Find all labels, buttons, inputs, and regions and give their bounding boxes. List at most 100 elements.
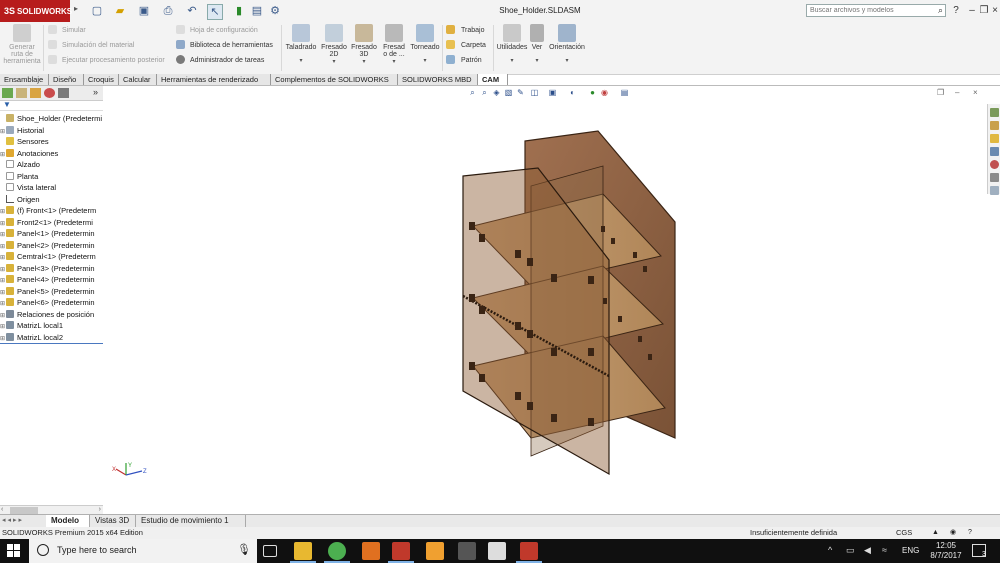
photos-taskbar-icon[interactable] bbox=[488, 542, 506, 560]
wifi-icon[interactable]: ≈ bbox=[882, 545, 887, 555]
microphone-icon[interactable]: 🎙 bbox=[237, 543, 251, 556]
tree-item-component[interactable]: ⊞ Panel<2> (Predetermin bbox=[0, 240, 103, 252]
tree-item-component[interactable]: ⊞ Panel<6> (Predetermin bbox=[0, 297, 103, 309]
expand-panel-icon[interactable]: » bbox=[93, 87, 98, 97]
shoe-holder-model[interactable] bbox=[433, 126, 693, 486]
viewport-minimize-icon[interactable]: – bbox=[955, 88, 959, 97]
search-icon[interactable]: ⌕ bbox=[938, 5, 943, 16]
edit-appearance-icon[interactable]: ● bbox=[588, 88, 597, 97]
solidworks-logo[interactable]: 3S SOLIDWORKS bbox=[0, 0, 72, 22]
status-arrow-icon[interactable]: ▲ bbox=[932, 527, 939, 539]
feature-manager-tab-icon[interactable] bbox=[2, 88, 13, 98]
hide-show-icon[interactable]: ◐ bbox=[568, 88, 577, 97]
appearances-icon[interactable] bbox=[990, 160, 999, 169]
tab-cam[interactable]: CAM bbox=[478, 74, 508, 85]
file-explorer-taskbar-icon[interactable] bbox=[294, 542, 312, 560]
turning-button[interactable]: Torneado ▾ bbox=[409, 24, 441, 64]
tree-item-pattern[interactable]: ⊞ MatrizL local1 bbox=[0, 320, 103, 332]
undo-icon[interactable]: ↶ bbox=[185, 4, 199, 18]
tray-chevron-icon[interactable]: ^ bbox=[828, 545, 832, 555]
configuration-manager-tab-icon[interactable] bbox=[30, 88, 41, 98]
tree-root[interactable]: Shoe_Holder (Predetermi bbox=[0, 113, 103, 125]
section-view-icon[interactable]: ▧ bbox=[504, 88, 513, 97]
save-icon[interactable]: ▣ bbox=[137, 4, 151, 18]
cam-tree-icon[interactable] bbox=[990, 186, 999, 195]
property-manager-tab-icon[interactable] bbox=[16, 88, 27, 98]
rebuild-icon[interactable]: ▮ bbox=[232, 4, 246, 18]
tree-item-sensores[interactable]: Sensores bbox=[0, 136, 103, 148]
filter-icon[interactable]: ▼ bbox=[3, 100, 11, 109]
custom-properties-icon[interactable] bbox=[990, 173, 999, 182]
help-icon[interactable]: ? bbox=[950, 4, 962, 18]
milling-other-button[interactable]: Fresad o de ... ▾ bbox=[380, 24, 408, 65]
tree-item-anotaciones[interactable]: ⊞ Anotaciones bbox=[0, 148, 103, 160]
tab-modelo[interactable]: Modelo bbox=[46, 515, 90, 527]
tab-estudio-movimiento[interactable]: Estudio de movimiento 1 bbox=[136, 515, 246, 527]
dropdown-arrow-icon[interactable]: ▾ bbox=[380, 58, 408, 65]
scrollbar-thumb[interactable] bbox=[10, 507, 38, 514]
tree-item-component[interactable]: ⊞ Cemtral<1> (Predeterm bbox=[0, 251, 103, 263]
search-box[interactable]: ⌕ bbox=[806, 4, 946, 17]
previous-view-icon[interactable]: ◈ bbox=[492, 88, 501, 97]
media-taskbar-icon[interactable] bbox=[458, 542, 476, 560]
view-button[interactable]: Ver ▾ bbox=[529, 24, 545, 64]
new-document-icon[interactable]: ▢ bbox=[90, 4, 104, 18]
dropdown-arrow-icon[interactable]: ▾ bbox=[547, 57, 587, 64]
dimxpert-tab-icon[interactable] bbox=[44, 88, 55, 98]
milling-3d-button[interactable]: Fresado 3D ▾ bbox=[350, 24, 378, 65]
orientation-button[interactable]: Orientación ▾ bbox=[547, 24, 587, 64]
viewport-restore-icon[interactable]: ❐ bbox=[937, 88, 944, 97]
design-library-icon[interactable] bbox=[990, 121, 999, 130]
unit-system[interactable]: CGS bbox=[896, 527, 912, 539]
help-status-icon[interactable]: ? bbox=[968, 527, 972, 539]
tab-vistas-3d[interactable]: Vistas 3D bbox=[90, 515, 136, 527]
generate-toolpath-button[interactable]: Generar ruta de herramienta bbox=[3, 24, 41, 65]
tree-item-component[interactable]: ⊞ Panel<5> (Predetermin bbox=[0, 286, 103, 298]
app-taskbar-icon[interactable] bbox=[426, 542, 444, 560]
view-orientation-icon[interactable]: ◫ bbox=[530, 88, 539, 97]
utilities-button[interactable]: Utilidades ▾ bbox=[495, 24, 529, 64]
dropdown-arrow-icon[interactable]: ▾ bbox=[529, 57, 545, 64]
clock[interactable]: 12:05 8/7/2017 bbox=[928, 541, 964, 561]
windows-start-icon[interactable] bbox=[7, 544, 21, 558]
tree-item-component[interactable]: ⊞ Front2<1> (Predetermi bbox=[0, 217, 103, 229]
close-icon[interactable]: × bbox=[989, 4, 1000, 18]
zoom-to-fit-icon[interactable]: ⌕ bbox=[468, 88, 477, 97]
chrome-icon[interactable] bbox=[328, 542, 346, 560]
dropdown-arrow-icon[interactable]: ▾ bbox=[284, 57, 318, 64]
language-indicator[interactable]: ENG bbox=[902, 546, 919, 555]
select-pointer-icon[interactable]: ↖ bbox=[207, 4, 223, 20]
tree-item-historial[interactable]: ⊞ Historial bbox=[0, 125, 103, 137]
file-properties-icon[interactable]: ▤ bbox=[250, 4, 264, 18]
tab-scroll-arrows-icon[interactable]: ◂◂▸▸ bbox=[2, 516, 24, 524]
taskbar-search[interactable]: Type here to search 🎙 bbox=[29, 539, 257, 563]
display-manager-tab-icon[interactable] bbox=[58, 88, 69, 98]
tab-solidworks-mbd[interactable]: SOLIDWORKS MBD bbox=[398, 74, 478, 85]
search-results-icon[interactable] bbox=[990, 147, 999, 156]
drilling-button[interactable]: Taladrado ▾ bbox=[284, 24, 318, 64]
tab-herramientas-renderizado[interactable]: Herramientas de renderizado bbox=[157, 74, 271, 85]
tab-complementos[interactable]: Complementos de SOLIDWORKS bbox=[271, 74, 398, 85]
minimize-icon[interactable]: – bbox=[966, 4, 978, 18]
tree-item-component[interactable]: ⊞ (f) Front<1> (Predeterm bbox=[0, 205, 103, 217]
apply-scene-icon[interactable]: ◉ bbox=[600, 88, 609, 97]
print-icon[interactable]: ⎙ bbox=[161, 4, 175, 18]
tab-croquis[interactable]: Croquis bbox=[84, 74, 119, 85]
tab-diseno[interactable]: Diseño bbox=[49, 74, 84, 85]
tree-item-planta[interactable]: Planta bbox=[0, 171, 103, 183]
file-explorer-icon[interactable] bbox=[990, 134, 999, 143]
resources-icon[interactable] bbox=[990, 108, 999, 117]
dynamic-annotation-icon[interactable]: ✎ bbox=[516, 88, 525, 97]
zoom-to-area-icon[interactable]: ⌕ bbox=[480, 88, 489, 97]
dropdown-arrow-icon[interactable]: ▾ bbox=[320, 58, 348, 65]
task-view-icon[interactable] bbox=[263, 545, 277, 557]
tree-item-vista-lateral[interactable]: Vista lateral bbox=[0, 182, 103, 194]
options-icon[interactable]: ⚙ bbox=[268, 4, 282, 18]
milling-2d-button[interactable]: Fresado 2D ▾ bbox=[320, 24, 348, 65]
tree-item-component[interactable]: ⊞ Panel<1> (Predetermin bbox=[0, 228, 103, 240]
volume-icon[interactable]: ◀ bbox=[864, 545, 871, 556]
dropdown-arrow-icon[interactable]: ▾ bbox=[495, 57, 529, 64]
scroll-right-icon[interactable]: › bbox=[99, 506, 101, 513]
view-settings-icon[interactable]: ▤ bbox=[620, 88, 629, 97]
tree-item-component[interactable]: ⊞ Panel<4> (Predetermin bbox=[0, 274, 103, 286]
